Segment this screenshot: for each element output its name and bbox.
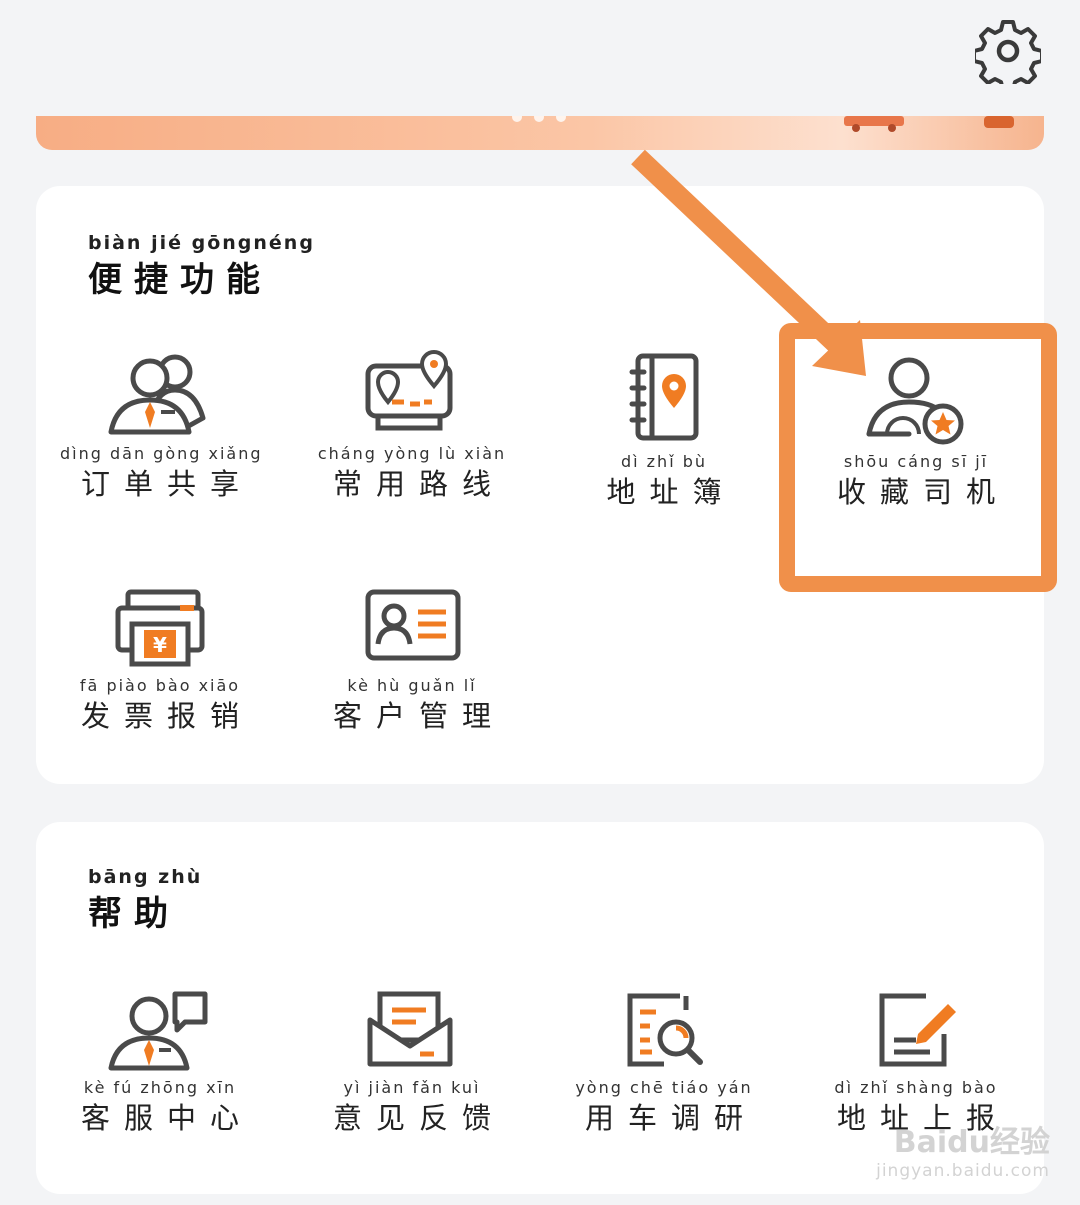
- banner-indicator-dot: [512, 116, 522, 122]
- banner-indicator-dot: [534, 116, 544, 122]
- address-book-button[interactable]: dì zhǐ bù 地址簿: [564, 350, 764, 511]
- order-share-button[interactable]: dìng dān gòng xiǎng 订单共享: [60, 350, 261, 503]
- item-label: 常用路线: [332, 467, 505, 501]
- section-title-text: 帮助: [88, 894, 180, 934]
- settings-gear-icon[interactable]: [975, 18, 1041, 84]
- address-book-icon: [629, 353, 699, 441]
- item-label: 收藏司机: [836, 475, 1009, 509]
- address-report-icon: [879, 993, 956, 1067]
- common-routes-button[interactable]: cháng yòng lù xiàn 常用路线: [312, 350, 512, 503]
- item-label: 客服中心: [80, 1101, 253, 1135]
- item-label: 客户管理: [332, 699, 505, 733]
- watermark: Baidu经验 jingyan.baidu.com: [876, 1117, 1050, 1181]
- ride-survey-button[interactable]: yòng chē tiáo yán 用车调研: [564, 988, 764, 1137]
- address-report-button[interactable]: dì zhǐ shàng bào 地址上报: [816, 988, 1016, 1137]
- customer-service-icon: [108, 991, 208, 1071]
- route-map-icon: [365, 350, 453, 431]
- item-label: 订单共享: [80, 467, 253, 501]
- svg-text:¥: ¥: [153, 633, 167, 657]
- section-title-pinyin: bāng zhù: [88, 866, 203, 888]
- survey-icon: [627, 993, 703, 1067]
- invoice-icon: ¥: [115, 589, 205, 667]
- banner-illustration: [844, 116, 1014, 132]
- item-label: 地址簿: [606, 475, 736, 509]
- feedback-button[interactable]: yì jiàn fǎn kuì 意见反馈: [312, 988, 512, 1137]
- favorite-drivers-button[interactable]: shōu cáng sī jī 收藏司机: [816, 350, 1016, 511]
- customer-service-button[interactable]: kè fú zhōng xīn 客服中心: [60, 988, 260, 1137]
- convenience-functions-card: biàn jié gōngnéng 便捷功能 dìng dān gòng xiǎ…: [36, 186, 1044, 784]
- customer-card-icon: [365, 589, 461, 661]
- watermark-brand: Baidu经验: [893, 1125, 1050, 1160]
- item-label: 用车调研: [584, 1101, 757, 1135]
- customer-management-button[interactable]: kè hù guǎn lǐ 客户管理: [312, 586, 512, 735]
- section-title-text: 便捷功能: [88, 260, 272, 300]
- feedback-mail-icon: [367, 991, 453, 1067]
- section-title: bāng zhù 帮助: [88, 866, 202, 935]
- watermark-url: jingyan.baidu.com: [876, 1161, 1050, 1181]
- item-label: 发票报销: [80, 699, 253, 733]
- banner-indicator-dot: [556, 116, 566, 122]
- promo-banner[interactable]: [36, 116, 1044, 150]
- section-title: biàn jié gōngnéng 便捷功能: [88, 232, 315, 301]
- favorite-driver-icon: [866, 357, 964, 445]
- invoice-button[interactable]: ¥ fā piào bào xiāo 发票报销: [60, 586, 260, 735]
- item-label: 意见反馈: [332, 1101, 505, 1135]
- share-order-icon: [108, 354, 206, 435]
- section-title-pinyin: biàn jié gōngnéng: [88, 232, 315, 254]
